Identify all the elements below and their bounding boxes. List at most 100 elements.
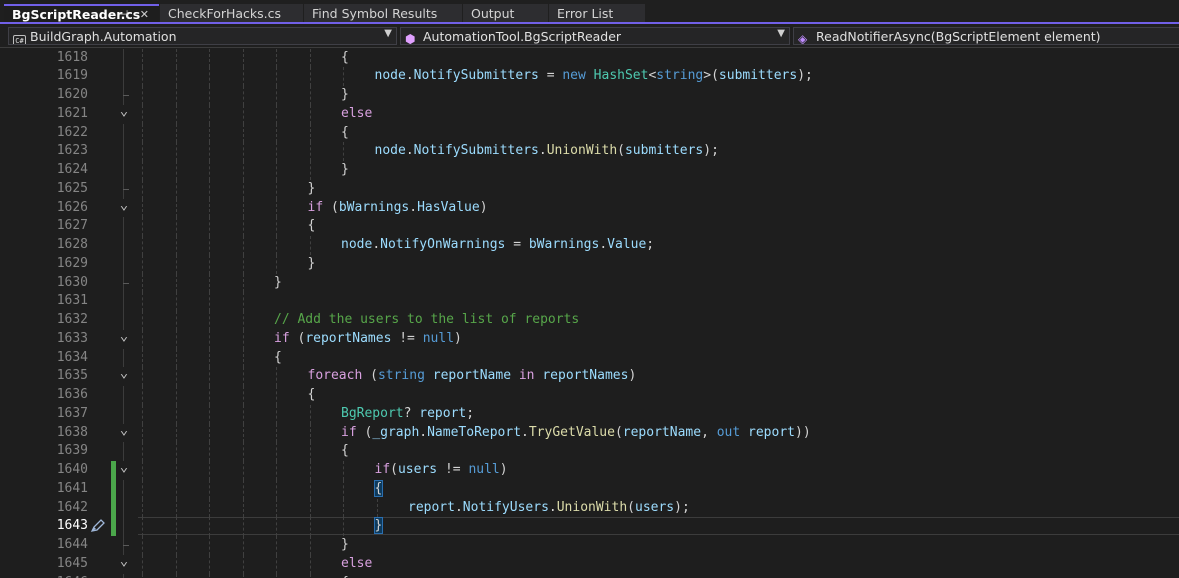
code-line[interactable]: 1631 [0,292,1179,312]
indent-guide [142,86,143,105]
member-dropdown[interactable]: ◈ ReadNotifierAsync(BgScriptElement eleme… [793,27,1179,45]
code-text[interactable]: { [274,349,282,368]
code-line[interactable]: 1625} [0,179,1179,199]
code-token: ( [614,424,623,440]
code-line[interactable]: 1640 ⌄ if(users != null) [0,460,1179,480]
collapse-chevron-icon[interactable]: ⌄ [117,554,131,568]
code-text[interactable]: { [341,49,349,68]
indent-guide [142,367,143,387]
type-dropdown-label: AutomationTool.BgScriptReader [423,29,622,44]
code-token: . [548,499,557,515]
indent-guide [309,573,311,578]
indent-guide [242,104,244,124]
code-line[interactable]: 1619 node.NotifySubmitters = new HashSet<… [0,67,1179,87]
code-text[interactable]: foreach (string reportName in reportName… [308,367,637,386]
code-text[interactable]: { [308,386,316,405]
indent-guide [209,404,210,424]
line-number: 1621 [56,105,88,121]
code-line[interactable]: 1622 { [0,123,1179,143]
code-line[interactable]: 1644} [0,536,1179,555]
code-line[interactable]: 1635 ⌄ foreach (string reportName in repor… [0,366,1179,387]
code-text[interactable]: } [341,161,349,180]
code-line[interactable]: 1639 { [0,442,1179,462]
code-line[interactable]: 1627 { [0,217,1179,237]
indent-guide [242,217,244,237]
code-line[interactable]: 1633 ⌄ if (reportNames != null) [0,329,1179,349]
outline-guide [123,517,124,537]
indent-guide [343,461,344,480]
code-text[interactable]: { [308,217,316,236]
code-token: reportNames [305,330,392,346]
collapse-chevron-icon[interactable]: ⌄ [117,423,131,437]
code-text[interactable]: if(users != null) [375,461,508,480]
code-text[interactable]: { [341,442,349,461]
code-line[interactable]: 1618 { [0,48,1179,68]
tab-checkforhacks[interactable]: CheckForHacks.cs [160,4,303,24]
code-line[interactable]: 1624} [0,161,1179,180]
indent-guide [343,498,344,518]
code-line[interactable]: 1642 report.NotifyUsers.UnionWith(users); [0,498,1179,518]
code-line[interactable]: 1641 { [0,479,1179,499]
tab-output[interactable]: Output [463,4,548,24]
type-dropdown[interactable]: ⬢ AutomationTool.BgScriptReader ▼ [400,27,790,45]
code-text[interactable]: { [341,574,349,578]
code-line[interactable]: 1638 ⌄ if (_graph.NameToReport.TryGetValue… [0,423,1179,443]
code-line[interactable]: 1643} [0,517,1179,537]
code-text[interactable]: } [274,274,282,293]
line-number: 1643 [56,518,88,534]
code-text[interactable]: } [373,517,384,536]
indent-guide [175,348,177,368]
collapse-chevron-icon[interactable]: ⌄ [117,104,131,118]
code-line[interactable]: 1632 // Add the users to the list of repo… [0,311,1179,330]
code-text[interactable]: { [373,479,384,499]
code-text[interactable]: } [308,180,316,199]
collapse-chevron-icon[interactable]: ⌄ [117,366,131,380]
indent-guide [309,86,311,105]
tab-pin-close-icons[interactable]: ⊣ ✕ [119,8,153,21]
tab-find-symbol-results[interactable]: Find Symbol Results [304,4,462,24]
quick-actions-icon[interactable] [90,519,106,533]
indent-guide [142,536,143,555]
code-text[interactable]: if (bWarnings.HasValue) [308,199,488,218]
indent-guide [142,348,143,368]
code-text[interactable]: node.NotifyOnWarnings = bWarnings.Value; [341,236,654,255]
code-text[interactable]: } [341,86,349,105]
code-line[interactable]: 1629} [0,254,1179,274]
indent-guide [276,198,277,218]
code-line[interactable]: 1623 node.NotifySubmitters.UnionWith(subm… [0,142,1179,162]
code-text[interactable]: else [341,105,372,124]
code-text[interactable]: BgReport? report; [341,405,474,424]
line-number: 1623 [56,143,88,159]
code-text[interactable]: if (reportNames != null) [274,330,462,349]
collapse-chevron-icon[interactable]: ⌄ [117,329,131,343]
code-text[interactable]: // Add the users to the list of reports [274,311,579,330]
code-line[interactable]: 1634 { [0,348,1179,368]
code-text[interactable]: else [341,555,372,574]
code-line[interactable]: 1637 BgReport? report; [0,404,1179,424]
code-line[interactable]: 1626 ⌄ if (bWarnings.HasValue) [0,198,1179,218]
code-text[interactable]: node.NotifySubmitters.UnionWith(submitte… [375,142,719,161]
code-line[interactable]: 1636 { [0,386,1179,405]
code-line[interactable]: 1628 node.NotifyOnWarnings = bWarnings.Va… [0,236,1179,255]
code-token: ? [403,405,420,421]
code-line[interactable]: 1621 ⌄ else [0,104,1179,124]
code-line[interactable]: 1630} [0,273,1179,293]
tab-error-list[interactable]: Error List [549,4,645,24]
code-text[interactable]: node.NotifySubmitters = new HashSet<stri… [375,67,813,86]
code-line[interactable]: 1646 { [0,573,1179,578]
code-token: bWarnings [338,199,410,215]
code-text[interactable]: report.NotifyUsers.UnionWith(users); [408,499,690,518]
indent-guide [142,67,143,87]
tab-bgscriptreader[interactable]: BgScriptReader.cs ⊣ ✕ [4,4,159,24]
code-line[interactable]: 1645 ⌄ else [0,554,1179,574]
code-text[interactable]: } [308,255,316,274]
code-line[interactable]: 1620} [0,86,1179,105]
code-text[interactable]: { [341,124,349,143]
project-dropdown[interactable]: C# BuildGraph.Automation ▼ [8,27,397,45]
code-text[interactable]: if (_graph.NameToReport.TryGetValue(repo… [341,424,811,443]
code-editor[interactable]: 1618{1619 node.NotifySubmitters = new Has… [0,48,1179,578]
collapse-chevron-icon[interactable]: ⌄ [117,460,131,474]
indent-guide [175,142,177,162]
code-text[interactable]: } [341,536,349,555]
collapse-chevron-icon[interactable]: ⌄ [117,198,131,212]
